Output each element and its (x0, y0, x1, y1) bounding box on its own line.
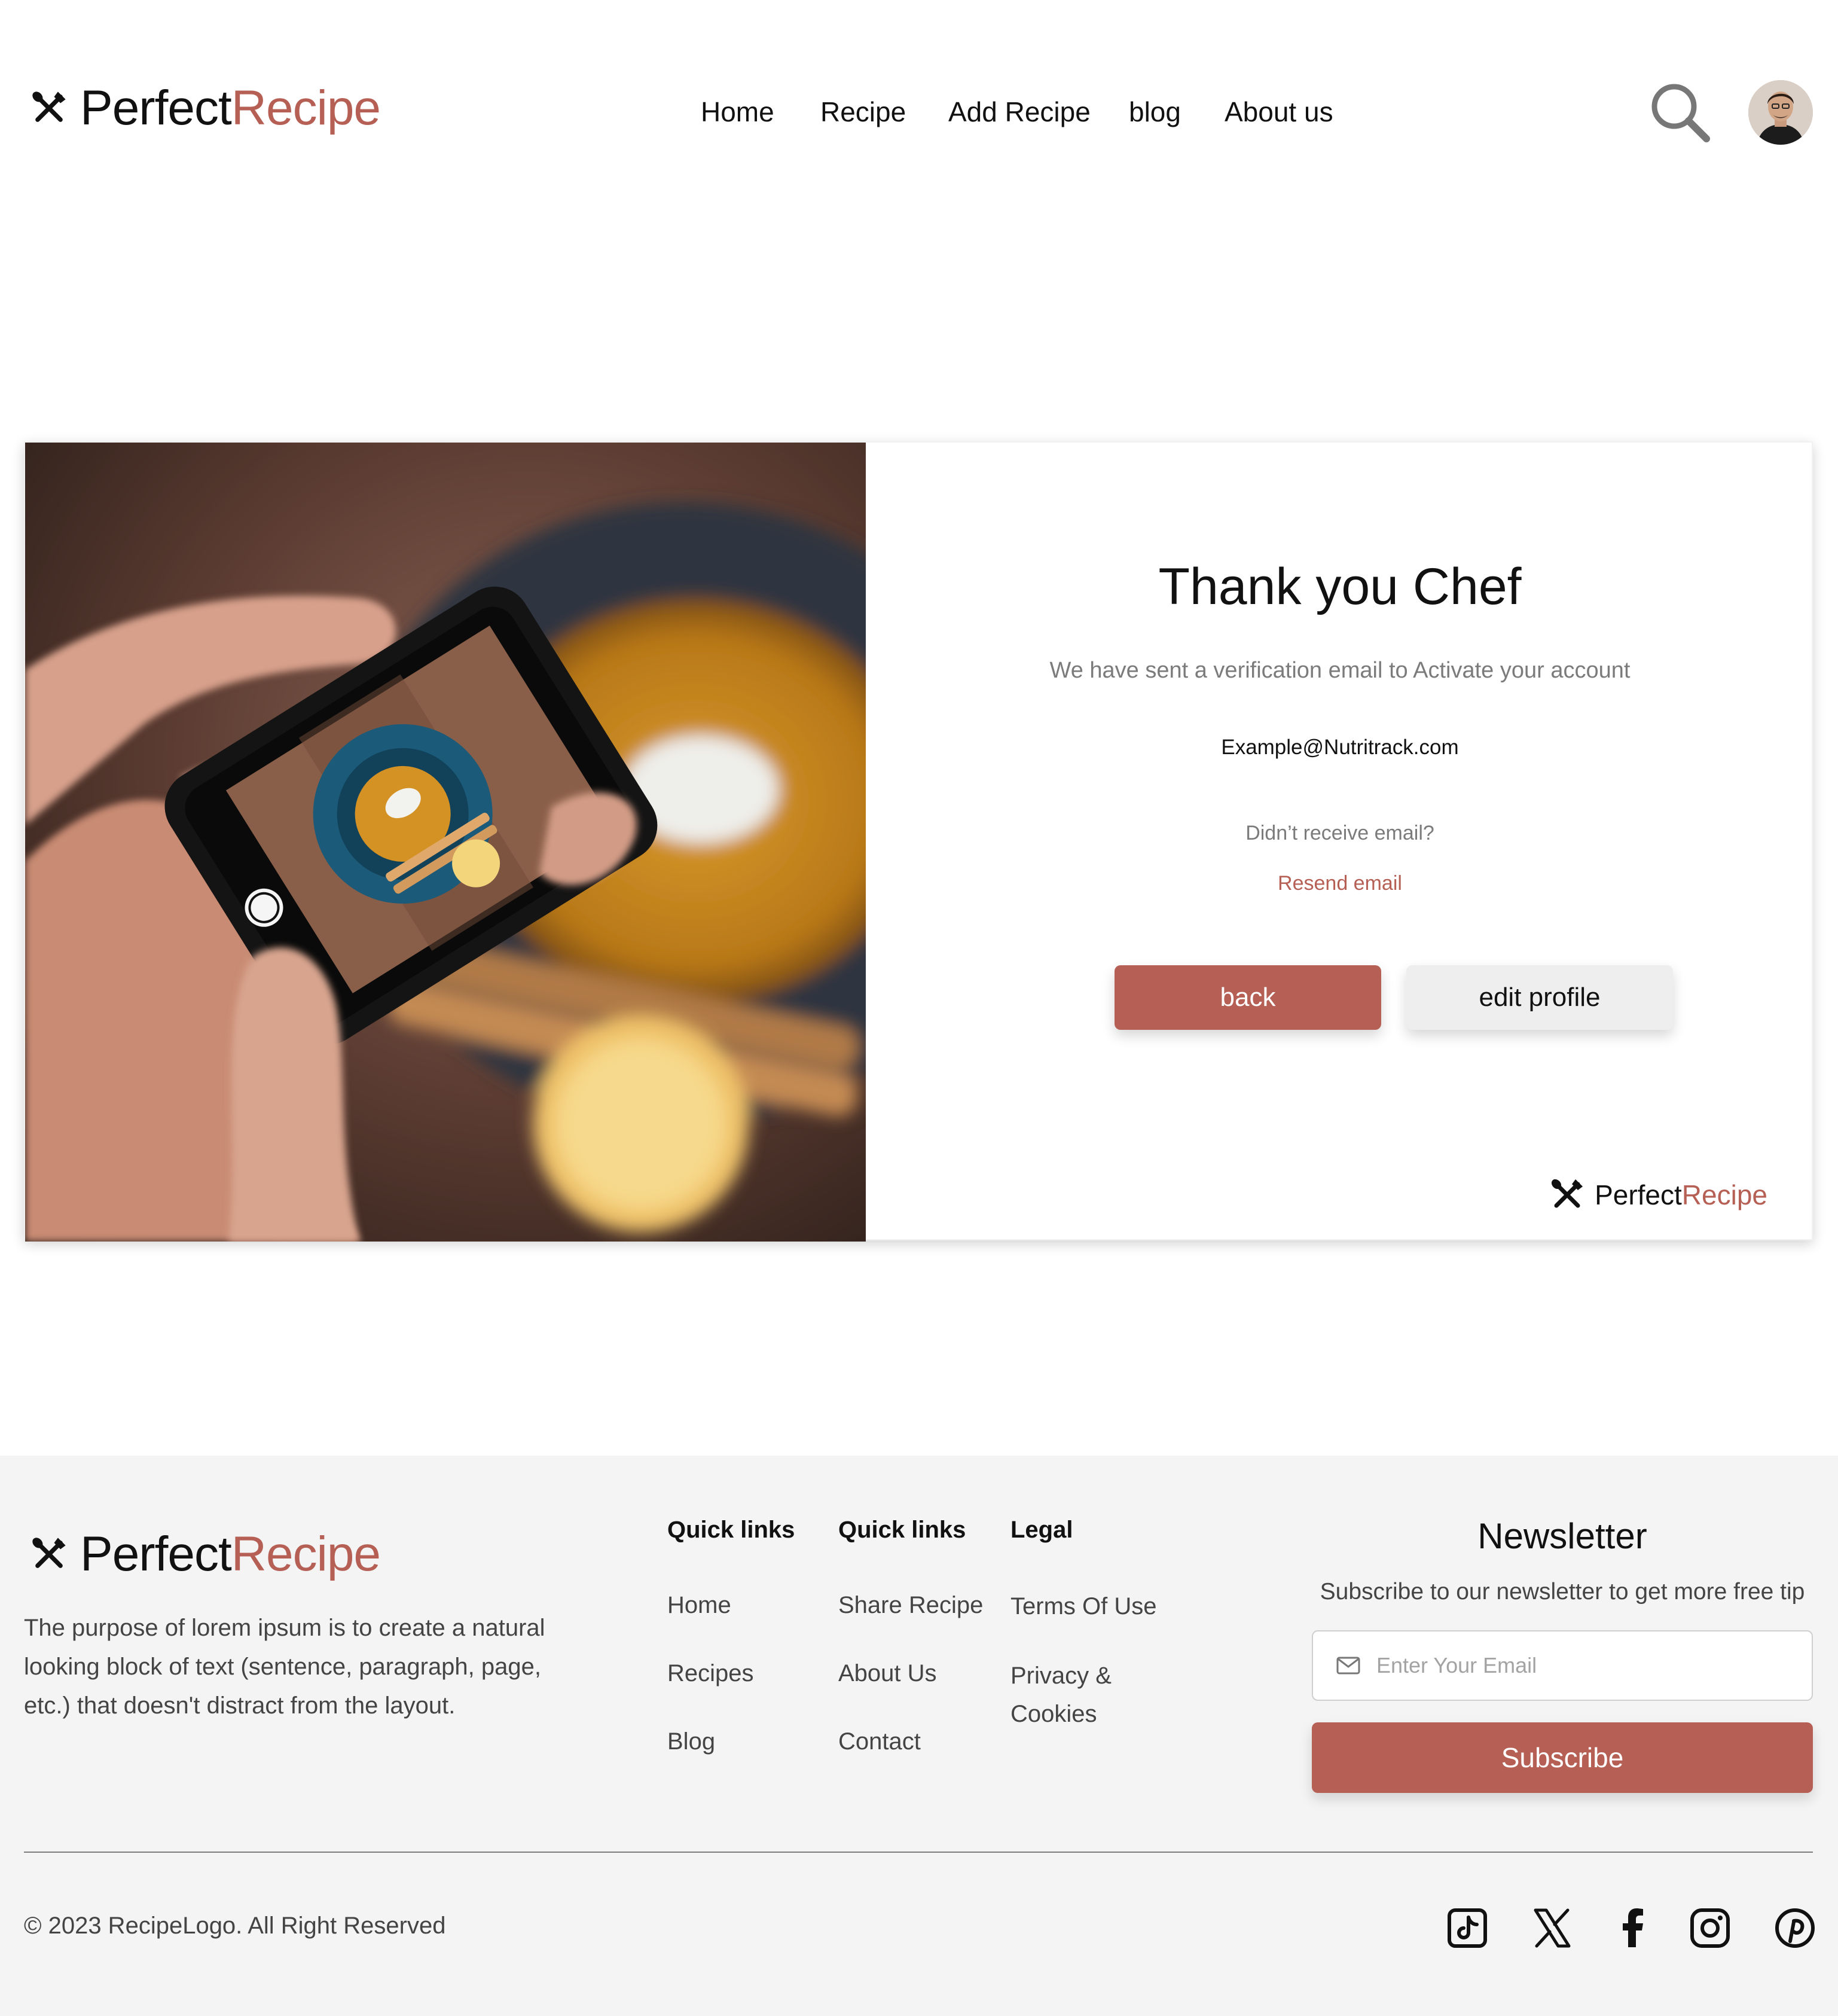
nav-recipe[interactable]: Recipe (820, 96, 906, 128)
verification-message: We have sent a verification email to Act… (1049, 658, 1631, 683)
mail-icon (1336, 1657, 1360, 1675)
brand-word-1: Perfect (80, 81, 232, 135)
footer-divider (24, 1852, 1813, 1853)
facebook-icon[interactable] (1612, 1907, 1655, 1950)
copyright-text: © 2023 RecipeLogo. All Right Reserved (24, 1913, 446, 1939)
nav-add-recipe[interactable]: Add Recipe (948, 96, 1091, 128)
footer-col-heading: Quick links (838, 1517, 966, 1543)
newsletter-email-input[interactable] (1375, 1652, 1796, 1679)
page-title: Thank you Chef (1158, 558, 1522, 615)
fork-knife-icon (32, 1538, 66, 1568)
site-footer: Perfect Recipe The purpose of lorem ipsum… (0, 1456, 1838, 2016)
brand-word-1: Perfect (1595, 1179, 1682, 1210)
brand-logo[interactable]: Perfect Recipe (29, 80, 381, 136)
resend-email-link[interactable]: Resend email (866, 872, 1814, 895)
subscribe-button[interactable]: Subscribe (1312, 1722, 1813, 1793)
confirmation-card: Thank you Chef We have sent a verificati… (24, 441, 1814, 1242)
x-icon[interactable] (1531, 1907, 1574, 1950)
footer-brand-logo[interactable]: Perfect Recipe (29, 1526, 381, 1582)
brand-word-1: Perfect (80, 1527, 232, 1581)
nav-about-us[interactable]: About us (1225, 96, 1333, 128)
newsletter-subtitle: Subscribe to our newsletter to get more … (1320, 1579, 1805, 1605)
footer-link-blog[interactable]: Blog (667, 1722, 715, 1761)
hero-photo (25, 443, 866, 1242)
footer-link-privacy[interactable]: Privacy & (1010, 1657, 1112, 1695)
footer-link-recipes[interactable]: Recipes (667, 1654, 754, 1693)
footer-link-home[interactable]: Home (667, 1586, 731, 1625)
edit-profile-button[interactable]: edit profile (1406, 965, 1673, 1030)
footer-link-about-us[interactable]: About Us (838, 1654, 937, 1693)
phone-food-photo (25, 443, 866, 1242)
search-icon[interactable] (1649, 81, 1712, 145)
instagram-icon[interactable] (1689, 1907, 1732, 1950)
footer-link-share-recipe[interactable]: Share Recipe (838, 1586, 983, 1625)
footer-about-text: The purpose of lorem ipsum is to create … (24, 1615, 545, 1719)
footer-col-heading: Quick links (667, 1517, 795, 1543)
fork-knife-icon (1552, 1179, 1583, 1208)
brand-word-2: Recipe (1681, 1179, 1767, 1210)
pinterest-icon[interactable] (1773, 1907, 1816, 1950)
card-brand-logo: Perfect Recipe (1548, 1176, 1767, 1214)
footer-link-cookies[interactable]: Cookies (1010, 1695, 1097, 1734)
nav-home[interactable]: Home (701, 96, 774, 128)
user-email: Example@Nutritrack.com (1221, 736, 1459, 759)
footer-link-contact[interactable]: Contact (838, 1722, 921, 1761)
brand-word-2: Recipe (231, 1527, 381, 1581)
back-button[interactable]: back (1115, 965, 1381, 1030)
site-header: Perfect Recipe Home Recipe Add Recipe blo… (0, 0, 1838, 227)
person-icon (1748, 80, 1813, 145)
confirmation-panel: Thank you Chef We have sent a verificati… (866, 443, 1814, 1242)
brand-word-2: Recipe (231, 81, 381, 135)
newsletter-email-field[interactable] (1312, 1630, 1813, 1701)
no-email-text: Didn’t receive email? (1245, 822, 1434, 844)
newsletter-title: Newsletter (1477, 1516, 1647, 1556)
tiktok-icon[interactable] (1446, 1907, 1489, 1950)
footer-link-terms[interactable]: Terms Of Use (1010, 1587, 1156, 1626)
nav-blog[interactable]: blog (1129, 96, 1181, 128)
user-avatar[interactable] (1748, 80, 1813, 145)
fork-knife-icon (32, 92, 66, 122)
footer-col-heading: Legal (1010, 1517, 1073, 1543)
